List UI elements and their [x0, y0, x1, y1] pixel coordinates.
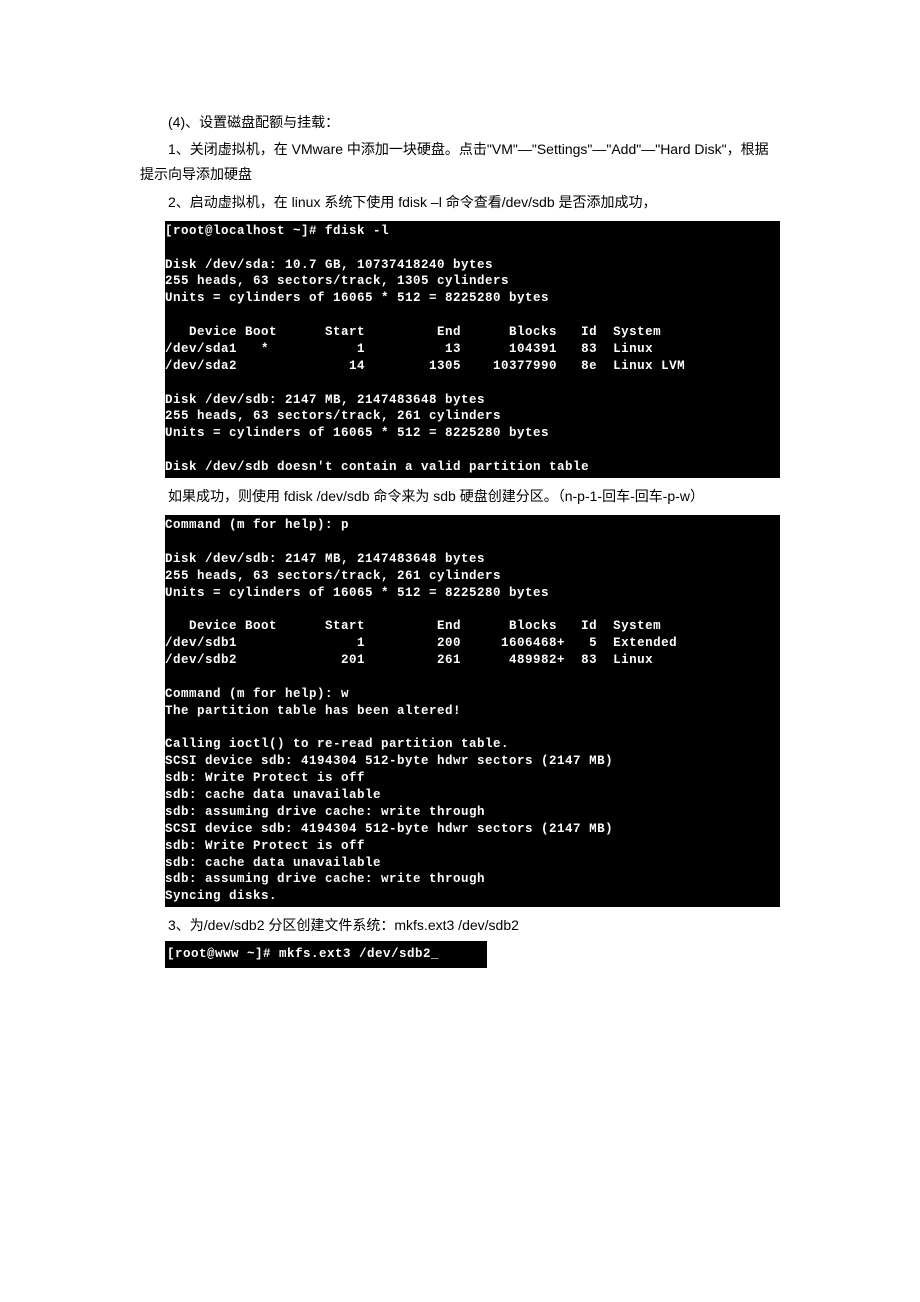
- terminal-output-fdisk-list: [root@localhost ~]# fdisk -l Disk /dev/s…: [165, 221, 780, 478]
- paragraph-step-1: 1、关闭虚拟机，在 VMware 中添加一块硬盘。点击"VM"—"Setting…: [140, 137, 780, 187]
- terminal-output-fdisk-partition: Command (m for help): p Disk /dev/sdb: 2…: [165, 515, 780, 907]
- paragraph-step-2: 2、启动虚拟机，在 linux 系统下使用 fdisk –l 命令查看/dev/…: [140, 190, 780, 215]
- paragraph-fdisk-create: 如果成功，则使用 fdisk /dev/sdb 命令来为 sdb 硬盘创建分区。…: [140, 484, 780, 509]
- paragraph-section-title: (4)、设置磁盘配额与挂载：: [140, 110, 780, 135]
- terminal-output-mkfs: [root@www ~]# mkfs.ext3 /dev/sdb2_: [165, 941, 487, 968]
- paragraph-step-3: 3、为/dev/sdb2 分区创建文件系统：mkfs.ext3 /dev/sdb…: [140, 913, 780, 938]
